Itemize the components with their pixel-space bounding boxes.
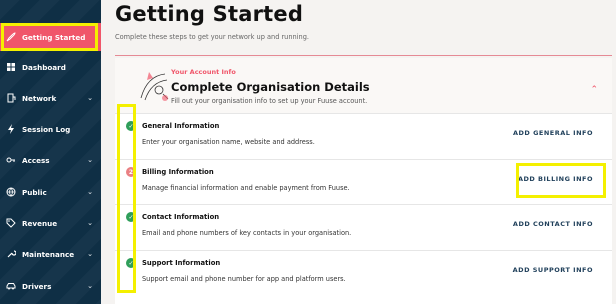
sidebar-item-label: Getting Started — [22, 32, 86, 42]
step-title: General Information — [142, 122, 220, 130]
sidebar-item-label: Drivers — [22, 281, 52, 291]
chevron-down-icon[interactable]: ⌄ — [87, 188, 93, 196]
add-billing-info-button[interactable]: ADD BILLING INFO — [518, 175, 593, 183]
sidebar-item-getting-started[interactable]: Getting Started — [0, 23, 101, 51]
lightning-icon — [6, 124, 16, 134]
step-description: Enter your organisation name, website an… — [142, 138, 315, 146]
organisation-illustration-icon — [137, 68, 171, 104]
chevron-down-icon[interactable]: ⌄ — [87, 156, 93, 164]
network-icon — [6, 93, 16, 103]
chevron-down-icon[interactable]: ⌄ — [87, 94, 93, 102]
sidebar-item-dashboard[interactable]: Dashboard — [0, 53, 101, 81]
step-title: Billing Information — [142, 168, 214, 176]
sidebar-item-public[interactable]: Public ⌄ — [0, 178, 101, 206]
sidebar-item-label: Access — [22, 155, 50, 165]
wrench-icon — [6, 249, 16, 259]
sidebar-item-label: Revenue — [22, 218, 58, 228]
check-icon: ✓ — [126, 212, 136, 222]
add-support-info-button[interactable]: ADD SUPPORT INFO — [513, 266, 593, 274]
page-subtitle: Complete these steps to get your network… — [115, 33, 310, 41]
organisation-details-card: Your Account Info Complete Organisation … — [115, 58, 612, 304]
sidebar-item-label: Dashboard — [22, 62, 66, 72]
sidebar: Getting Started Dashboard Network ⌄ Sess… — [0, 0, 101, 304]
add-contact-info-button[interactable]: ADD CONTACT INFO — [513, 220, 593, 228]
chevron-down-icon[interactable]: ⌄ — [87, 282, 93, 290]
check-icon: ✓ — [126, 121, 136, 131]
key-icon — [6, 155, 16, 165]
sidebar-item-label: Session Log — [22, 124, 71, 134]
step-row-general: ✓ General Information Enter your organis… — [115, 113, 612, 159]
step-description: Email and phone numbers of key contacts … — [142, 229, 352, 237]
step-description: Manage financial information and enable … — [142, 184, 350, 192]
step-row-billing: 2 Billing Information Manage financial i… — [115, 159, 612, 205]
title-divider — [115, 55, 612, 56]
sidebar-item-label: Public — [22, 187, 47, 197]
step-number-badge: 2 — [126, 167, 136, 177]
chevron-down-icon[interactable]: ⌄ — [87, 250, 93, 258]
step-row-support: ✓ Support Information Support email and … — [115, 250, 612, 296]
tag-icon — [6, 218, 16, 228]
card-header[interactable]: Your Account Info Complete Organisation … — [115, 58, 612, 113]
globe-icon — [6, 187, 16, 197]
sidebar-item-label: Maintenance — [22, 249, 75, 259]
add-general-info-button[interactable]: ADD GENERAL INFO — [513, 129, 593, 137]
rocket-icon — [6, 32, 16, 42]
step-description: Support email and phone number for app a… — [142, 275, 346, 283]
dashboard-icon — [6, 62, 16, 72]
sidebar-item-session-log[interactable]: Session Log — [0, 115, 101, 143]
step-title: Contact Information — [142, 213, 220, 221]
card-description: Fill out your organisation info to set u… — [171, 97, 368, 105]
car-icon — [6, 281, 16, 291]
sidebar-item-drivers[interactable]: Drivers ⌄ — [0, 272, 101, 300]
sidebar-item-access[interactable]: Access ⌄ — [0, 146, 101, 174]
card-title: Complete Organisation Details — [171, 80, 370, 94]
card-eyebrow: Your Account Info — [171, 68, 236, 76]
chevron-down-icon[interactable]: ⌄ — [87, 219, 93, 227]
sidebar-item-network[interactable]: Network ⌄ — [0, 84, 101, 112]
sidebar-item-revenue[interactable]: Revenue ⌄ — [0, 209, 101, 237]
page-title: Getting Started — [115, 2, 304, 26]
chevron-up-icon[interactable]: ⌃ — [590, 85, 598, 95]
check-icon: ✓ — [126, 258, 136, 268]
sidebar-item-label: Network — [22, 93, 57, 103]
sidebar-item-maintenance[interactable]: Maintenance ⌄ — [0, 240, 101, 268]
step-title: Support Information — [142, 259, 221, 267]
step-row-contact: ✓ Contact Information Email and phone nu… — [115, 204, 612, 250]
